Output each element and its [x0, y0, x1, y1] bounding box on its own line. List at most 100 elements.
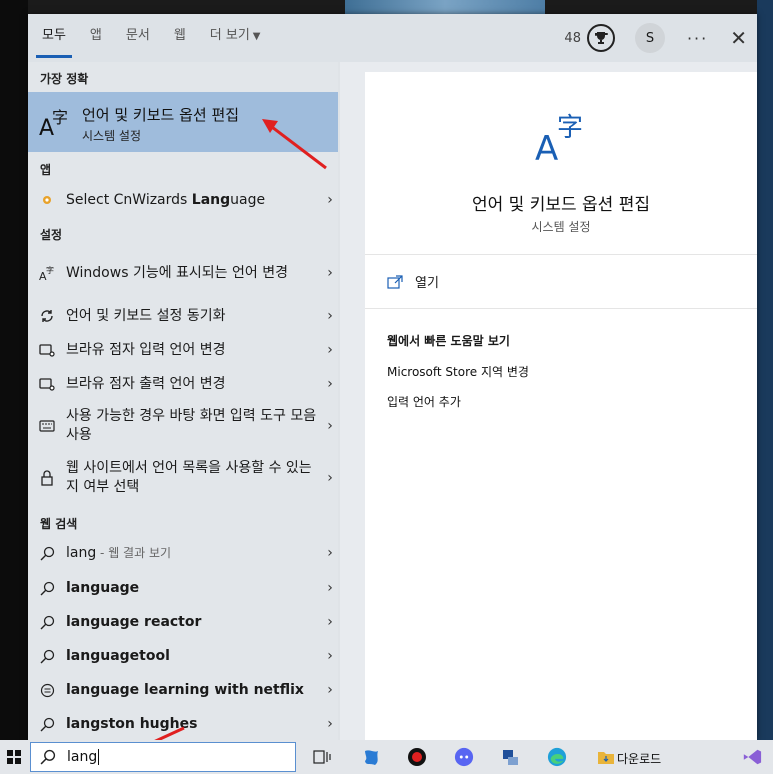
app-result-label: Select CnWizards Language: [66, 191, 266, 208]
rewards-points: 48: [564, 30, 581, 46]
preview-pane: A字 언어 및 키보드 옵션 편집 시스템 설정 열기 웹에서 빠른 도움말 보…: [365, 72, 757, 740]
setting-result[interactable]: A字 Windows 기능에 표시되는 언어 변경 ›: [28, 251, 340, 295]
setting-label: 언어 및 키보드 설정 동기화: [66, 307, 226, 324]
web-search-result[interactable]: language ›: [28, 574, 340, 602]
taskbar: lang 다운로드: [0, 740, 773, 774]
preview-title: 언어 및 키보드 옵션 편집: [471, 195, 650, 215]
downloads-label[interactable]: 다운로드: [617, 750, 661, 767]
best-match-result[interactable]: A字 언어 및 키보드 옵션 편집 시스템 설정: [28, 92, 338, 152]
language-a-icon: A字: [535, 108, 589, 169]
web-search-result[interactable]: lang - 웹 결과 보기 ›: [28, 539, 340, 567]
open-label: 열기: [415, 276, 439, 291]
web-search-label: langston hughes: [66, 715, 198, 732]
lock-icon: [38, 470, 56, 486]
search-icon: [38, 546, 56, 561]
web-search-result[interactable]: language reactor ›: [28, 608, 340, 636]
search-tabs: 모두 앱 문서 웹 더 보기 ▼: [36, 14, 285, 62]
braille-icon: [38, 342, 56, 358]
chevron-right-icon[interactable]: ›: [322, 545, 338, 561]
chevron-right-icon[interactable]: ›: [322, 342, 338, 358]
svg-text:字: 字: [557, 113, 583, 143]
web-search-result[interactable]: languagetool ›: [28, 642, 340, 670]
tab-web[interactable]: 웹: [174, 14, 186, 62]
store-icon: [38, 683, 56, 698]
chevron-right-icon[interactable]: ›: [322, 716, 338, 732]
tab-more[interactable]: 더 보기 ▼: [210, 14, 261, 62]
setting-result[interactable]: 브라유 점자 입력 언어 변경 ›: [28, 336, 340, 364]
search-icon: [38, 717, 56, 732]
chevron-right-icon[interactable]: ›: [322, 580, 338, 596]
visual-studio-icon[interactable]: [742, 747, 762, 767]
language-a-icon: A字: [38, 265, 56, 281]
chevron-right-icon[interactable]: ›: [322, 308, 338, 324]
tab-more-label: 더 보기: [209, 28, 250, 43]
setting-result[interactable]: 브라유 점자 출력 언어 변경 ›: [28, 370, 340, 398]
record-icon[interactable]: [407, 747, 427, 767]
section-settings: 설정: [40, 228, 63, 242]
svg-text:A: A: [535, 129, 558, 164]
setting-label: 사용 가능한 경우 바탕 화면 입력 도구 모음 사용: [66, 408, 317, 443]
web-search-label: language reactor: [66, 613, 202, 630]
setting-result[interactable]: 언어 및 키보드 설정 동기화 ›: [28, 302, 340, 330]
setting-result[interactable]: 웹 사이트에서 언어 목록을 사용할 수 있는지 여부 선택 ›: [28, 456, 340, 500]
app-icon[interactable]: [362, 747, 382, 767]
open-action[interactable]: 열기: [387, 272, 439, 291]
tab-all[interactable]: 모두: [36, 14, 72, 62]
desktop-background-left: [0, 0, 28, 740]
setting-label: 웹 사이트에서 언어 목록을 사용할 수 있는지 여부 선택: [66, 460, 312, 495]
account-avatar[interactable]: S: [634, 23, 665, 53]
web-help-link[interactable]: Microsoft Store 지역 변경: [387, 363, 529, 380]
setting-label: Windows 기능에 표시되는 언어 변경: [66, 264, 288, 281]
chevron-right-icon[interactable]: ›: [322, 682, 338, 698]
more-options-icon[interactable]: ···: [687, 29, 708, 48]
setting-label: 브라유 점자 출력 언어 변경: [66, 375, 226, 392]
network-app-icon[interactable]: [500, 747, 520, 767]
results-pane: 가장 정확 A字 언어 및 키보드 옵션 편집 시스템 설정 앱 Select …: [28, 62, 340, 740]
preview-subtitle: 시스템 설정: [531, 220, 591, 234]
chevron-right-icon[interactable]: ›: [322, 418, 338, 434]
task-view-icon[interactable]: [312, 747, 332, 767]
section-web-search: 웹 검색: [40, 517, 78, 531]
language-a-icon: A字: [38, 106, 72, 142]
search-query: lang: [67, 749, 100, 765]
chevron-right-icon[interactable]: ›: [322, 192, 338, 208]
web-search-label: languagetool: [66, 647, 170, 664]
keyboard-icon: [38, 420, 56, 432]
results-scrollbar[interactable]: ▲ ▼: [338, 62, 340, 740]
taskbar-search-input[interactable]: lang: [30, 742, 296, 772]
web-help-header: 웹에서 빠른 도움말 보기: [387, 334, 510, 348]
search-icon: [38, 581, 56, 596]
search-icon: [38, 615, 56, 630]
tab-apps[interactable]: 앱: [90, 14, 102, 62]
chevron-right-icon[interactable]: ›: [322, 376, 338, 392]
rewards-trophy-icon[interactable]: [586, 24, 615, 52]
setting-label: 브라유 점자 입력 언어 변경: [66, 341, 226, 358]
web-search-label: language: [66, 579, 140, 596]
chevron-right-icon[interactable]: ›: [322, 614, 338, 630]
divider: [365, 308, 757, 309]
folder-icon[interactable]: [596, 747, 616, 767]
discord-icon[interactable]: [454, 747, 474, 767]
desktop-background-right: [757, 0, 773, 740]
web-help-link[interactable]: 입력 언어 추가: [387, 393, 461, 410]
edge-icon[interactable]: [547, 747, 567, 767]
web-search-result[interactable]: language learning with netflix ›: [28, 676, 340, 704]
search-topbar: 모두 앱 문서 웹 더 보기 ▼ 48 S ··· ✕: [28, 14, 757, 62]
svg-text:字: 字: [52, 108, 68, 127]
tab-documents[interactable]: 문서: [126, 14, 150, 62]
web-search-label: language learning with netflix: [66, 681, 304, 698]
chevron-right-icon[interactable]: ›: [322, 470, 338, 486]
open-icon: [387, 274, 403, 289]
chevron-right-icon[interactable]: ›: [322, 265, 338, 281]
sync-icon: [38, 308, 56, 324]
setting-result[interactable]: 사용 가능한 경우 바탕 화면 입력 도구 모음 사용 ›: [28, 404, 340, 448]
web-search-result[interactable]: langston hughes ›: [28, 710, 340, 738]
chevron-right-icon[interactable]: ›: [322, 648, 338, 664]
topbar-actions: 48 S ··· ✕: [564, 14, 757, 62]
app-result-cnwizards[interactable]: Select CnWizards Language ›: [28, 186, 340, 214]
svg-text:字: 字: [46, 265, 54, 275]
search-icon: [38, 649, 56, 664]
best-match-title: 언어 및 키보드 옵션 편집: [82, 106, 240, 124]
close-icon[interactable]: ✕: [730, 28, 747, 48]
windows-start-icon[interactable]: [0, 740, 28, 774]
